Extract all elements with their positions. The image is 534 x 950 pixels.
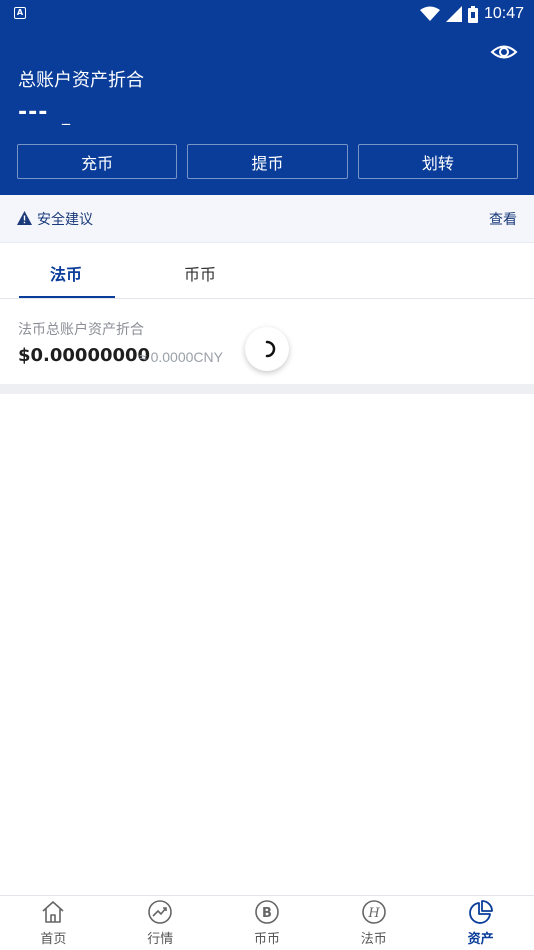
svg-text:H: H bbox=[367, 906, 380, 921]
signal-icon bbox=[445, 6, 462, 22]
security-notice: 安全建议 查看 bbox=[0, 195, 534, 243]
status-bar: A 10:47 bbox=[0, 0, 534, 28]
home-icon bbox=[42, 901, 64, 923]
svg-text:B: B bbox=[262, 906, 272, 921]
tab-indicator bbox=[19, 296, 115, 298]
warning-icon bbox=[17, 211, 32, 225]
nav-label-spot: 币币 bbox=[253, 932, 280, 947]
trend-icon bbox=[148, 900, 172, 924]
nav-label-assets: 资产 bbox=[467, 932, 494, 947]
total-assets-value: --- bbox=[18, 100, 49, 125]
nav-item-spot[interactable]: B 币币 bbox=[214, 896, 321, 950]
wifi-icon bbox=[419, 6, 440, 21]
section-divider bbox=[0, 384, 534, 394]
total-assets-title: 总账户资产折合 bbox=[18, 70, 144, 91]
nav-item-home[interactable]: 首页 bbox=[0, 896, 107, 950]
app-notification-icon: A bbox=[14, 7, 26, 19]
withdraw-button[interactable]: 提币 bbox=[187, 144, 348, 179]
view-link[interactable]: 查看 bbox=[489, 209, 517, 229]
status-time: 10:47 bbox=[483, 5, 524, 22]
spinner-icon bbox=[265, 340, 276, 358]
security-advice-text: 安全建议 bbox=[37, 212, 93, 228]
fiat-balance-value: $0.00000000 bbox=[18, 345, 151, 366]
nav-label-home: 首页 bbox=[40, 932, 67, 947]
action-buttons: 充币 提币 划转 bbox=[17, 144, 518, 179]
nav-label-fiat: 法币 bbox=[360, 932, 387, 947]
nav-item-assets[interactable]: 资产 bbox=[427, 896, 534, 950]
visibility-toggle-button[interactable] bbox=[490, 40, 518, 64]
fiat-balance-label: 法币总账户资产折合 bbox=[18, 322, 144, 338]
deposit-button[interactable]: 充币 bbox=[17, 144, 178, 179]
loading-spinner bbox=[245, 327, 289, 371]
bitcoin-icon: B bbox=[255, 900, 279, 924]
bottom-navigation: 首页 行情 B 币币 H 法币 资产 bbox=[0, 895, 534, 950]
status-icons: 10:47 bbox=[419, 3, 524, 25]
nav-item-fiat[interactable]: H 法币 bbox=[320, 896, 427, 950]
fiat-icon: H bbox=[361, 900, 386, 924]
tab-fiat[interactable]: 法币 bbox=[50, 261, 82, 285]
total-assets-unit: _ bbox=[62, 106, 70, 125]
account-tabs: 法币 币币 bbox=[0, 244, 534, 299]
tab-spot[interactable]: 币币 bbox=[184, 261, 216, 285]
nav-label-market: 行情 bbox=[147, 932, 174, 947]
pie-chart-icon bbox=[468, 900, 493, 924]
header: A 10:47 总账户资产折合 --- _ 充币 提币 划转 bbox=[0, 0, 534, 195]
transfer-button[interactable]: 划转 bbox=[357, 144, 518, 179]
battery-icon bbox=[467, 5, 478, 23]
fiat-balance-cny: ≈ 0.0000CNY bbox=[139, 349, 223, 365]
nav-item-market[interactable]: 行情 bbox=[107, 896, 214, 950]
eye-icon bbox=[490, 45, 518, 59]
